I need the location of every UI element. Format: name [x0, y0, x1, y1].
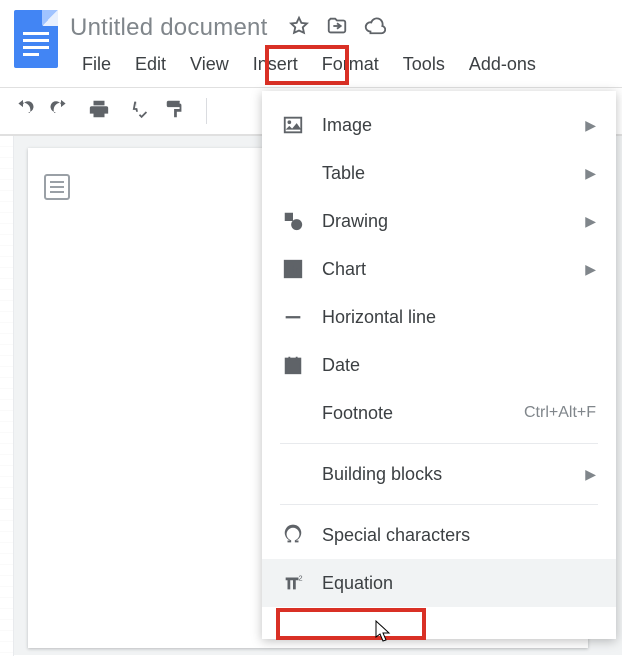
- omega-icon: [282, 524, 322, 546]
- menu-item-label: Chart: [322, 259, 577, 280]
- cloud-status-icon[interactable]: [364, 15, 386, 42]
- pi-icon: 2: [282, 572, 322, 594]
- insert-building-blocks[interactable]: Building blocks ▶: [262, 450, 616, 498]
- submenu-arrow-icon: ▶: [585, 466, 596, 483]
- menu-item-label: Horizontal line: [322, 307, 596, 328]
- move-icon[interactable]: [326, 15, 348, 42]
- docs-logo: [14, 10, 58, 68]
- menu-addons[interactable]: Add-ons: [457, 48, 548, 81]
- redo-icon[interactable]: [50, 98, 72, 125]
- svg-text:2: 2: [299, 573, 303, 582]
- print-icon[interactable]: [88, 98, 110, 125]
- menu-item-label: Building blocks: [322, 464, 577, 485]
- menu-item-label: Table: [322, 163, 577, 184]
- paint-format-icon[interactable]: [164, 98, 186, 125]
- toolbar-separator: [206, 98, 207, 124]
- menu-separator: [280, 504, 598, 505]
- insert-footnote[interactable]: Footnote Ctrl+Alt+F: [262, 389, 616, 437]
- insert-date[interactable]: Date: [262, 341, 616, 389]
- submenu-arrow-icon: ▶: [585, 117, 596, 134]
- image-icon: [282, 114, 322, 136]
- date-icon: [282, 354, 322, 376]
- spellcheck-icon[interactable]: [126, 98, 148, 125]
- vertical-ruler: [0, 136, 14, 656]
- insert-dropdown: Image ▶ Table ▶ Drawing ▶ Chart ▶ Horizo…: [262, 91, 616, 639]
- submenu-arrow-icon: ▶: [585, 213, 596, 230]
- document-title[interactable]: Untitled document: [70, 14, 268, 42]
- menu-separator: [280, 443, 598, 444]
- menu-tools[interactable]: Tools: [391, 48, 457, 81]
- insert-drawing[interactable]: Drawing ▶: [262, 197, 616, 245]
- submenu-arrow-icon: ▶: [585, 261, 596, 278]
- submenu-arrow-icon: ▶: [585, 165, 596, 182]
- menu-insert[interactable]: Insert: [241, 48, 310, 81]
- menu-item-shortcut: Ctrl+Alt+F: [524, 404, 596, 422]
- menu-file[interactable]: File: [70, 48, 123, 81]
- insert-horizontal-line[interactable]: Horizontal line: [262, 293, 616, 341]
- insert-special-characters[interactable]: Special characters: [262, 511, 616, 559]
- menubar: File Edit View Insert Format Tools Add-o…: [70, 48, 612, 81]
- outline-icon[interactable]: [44, 174, 70, 200]
- drawing-icon: [282, 210, 322, 232]
- star-icon[interactable]: [288, 15, 310, 42]
- chart-icon: [282, 258, 322, 280]
- insert-image[interactable]: Image ▶: [262, 101, 616, 149]
- menu-item-label: Equation: [322, 573, 596, 594]
- insert-equation[interactable]: 2 Equation: [262, 559, 616, 607]
- menu-item-label: Drawing: [322, 211, 577, 232]
- menu-item-label: Image: [322, 115, 577, 136]
- menu-format[interactable]: Format: [310, 48, 391, 81]
- insert-table[interactable]: Table ▶: [262, 149, 616, 197]
- undo-icon[interactable]: [12, 98, 34, 125]
- menu-item-label: Special characters: [322, 525, 596, 546]
- insert-chart[interactable]: Chart ▶: [262, 245, 616, 293]
- menu-item-label: Footnote: [322, 403, 524, 424]
- horizontal-line-icon: [282, 306, 322, 328]
- menu-edit[interactable]: Edit: [123, 48, 178, 81]
- menu-view[interactable]: View: [178, 48, 241, 81]
- menu-item-label: Date: [322, 355, 596, 376]
